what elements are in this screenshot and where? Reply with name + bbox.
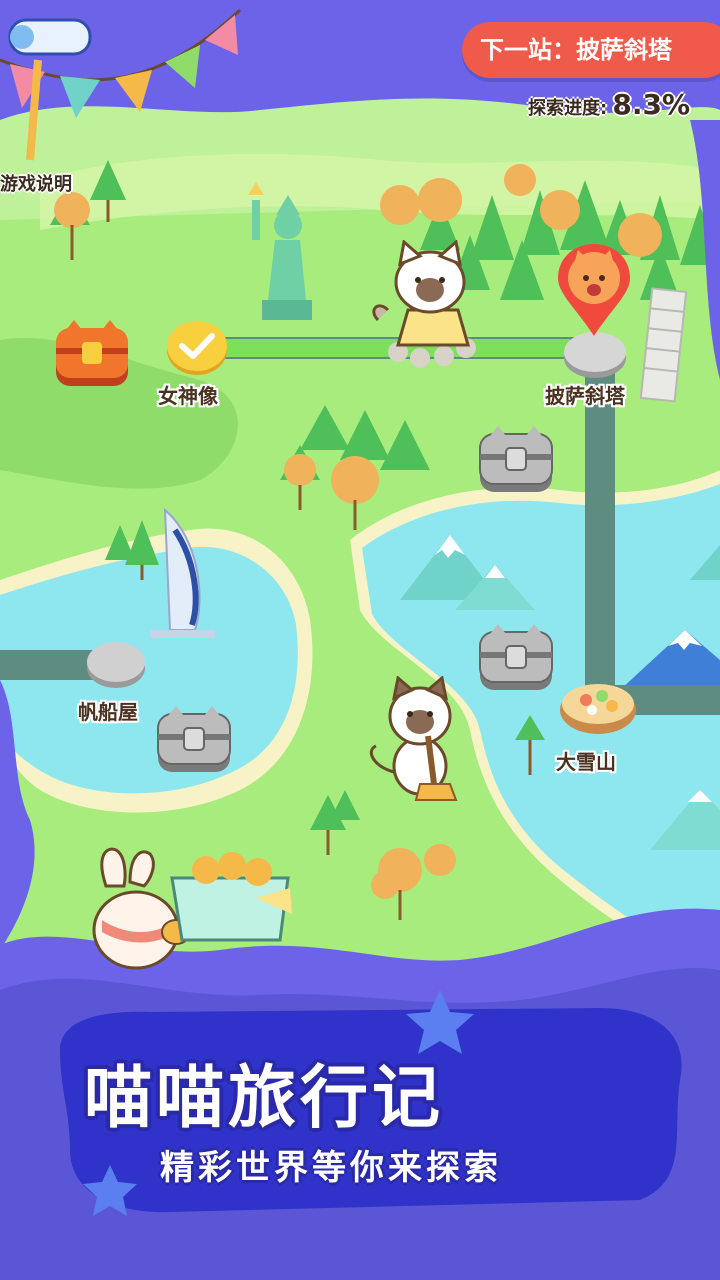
next-station-label: 下一站：披萨斜塔 <box>480 36 672 64</box>
station-node-statue[interactable] <box>166 320 228 376</box>
station-label: 女神像 <box>158 384 218 408</box>
station-label: 帆船屋 <box>78 700 138 724</box>
station-node-sailhouse[interactable] <box>86 640 146 690</box>
game-title: 喵喵旅行记 <box>84 1059 445 1138</box>
cat-character-icon[interactable] <box>368 240 488 370</box>
progress-value: 8.3% <box>612 88 690 121</box>
location-pin-icon <box>556 242 632 338</box>
game-subtitle: 精彩世界等你来探索 <box>160 1148 502 1188</box>
station-label: 披萨斜塔 <box>545 384 625 408</box>
progress-label: 探索进度: <box>528 98 608 119</box>
exploration-progress: 探索进度: 8.3% <box>528 88 690 121</box>
next-station-pill[interactable]: 下一站：披萨斜塔 <box>462 22 720 78</box>
treasure-chest-icon[interactable] <box>476 422 556 496</box>
game-map-screen: 下一站：披萨斜塔 探索进度: 8.3% 游戏说明 女神像 披萨斜塔 帆船屋 大雪… <box>0 0 720 1280</box>
game-help-button[interactable]: 游戏说明 <box>0 170 72 196</box>
station-label: 大雪山 <box>556 750 616 774</box>
station-node-snowmountain[interactable] <box>558 676 638 736</box>
treasure-chest-icon[interactable] <box>476 620 556 694</box>
treasure-chest-icon[interactable] <box>52 318 132 390</box>
cake-basket-icon <box>168 848 298 948</box>
cat-character-icon[interactable] <box>362 676 472 806</box>
treasure-chest-icon[interactable] <box>154 702 234 776</box>
